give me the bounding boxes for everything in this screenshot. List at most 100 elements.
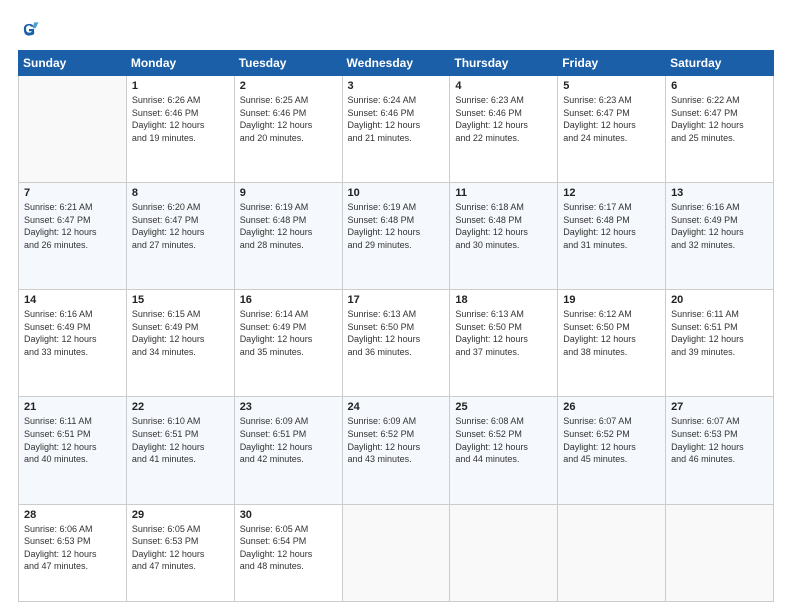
calendar-cell: 21 Sunrise: 6:11 AM Sunset: 6:51 PM Dayli…	[19, 397, 127, 504]
day-number: 21	[24, 401, 121, 413]
calendar-cell: 1 Sunrise: 6:26 AM Sunset: 6:46 PM Daylig…	[126, 76, 234, 183]
day-number: 11	[455, 187, 552, 199]
page: SundayMondayTuesdayWednesdayThursdayFrid…	[0, 0, 792, 612]
logo-icon	[18, 18, 40, 40]
day-number: 9	[240, 187, 337, 199]
day-number: 3	[348, 80, 445, 92]
calendar-cell: 9 Sunrise: 6:19 AM Sunset: 6:48 PM Daylig…	[234, 183, 342, 290]
day-header-wednesday: Wednesday	[342, 51, 450, 76]
day-info: Sunrise: 6:06 AM Sunset: 6:53 PM Dayligh…	[24, 523, 121, 573]
calendar-cell: 15 Sunrise: 6:15 AM Sunset: 6:49 PM Dayli…	[126, 290, 234, 397]
day-number: 5	[563, 80, 660, 92]
day-info: Sunrise: 6:20 AM Sunset: 6:47 PM Dayligh…	[132, 201, 229, 251]
calendar-cell	[666, 504, 774, 601]
day-info: Sunrise: 6:25 AM Sunset: 6:46 PM Dayligh…	[240, 94, 337, 144]
logo	[18, 18, 44, 40]
day-info: Sunrise: 6:09 AM Sunset: 6:52 PM Dayligh…	[348, 415, 445, 465]
day-info: Sunrise: 6:24 AM Sunset: 6:46 PM Dayligh…	[348, 94, 445, 144]
calendar: SundayMondayTuesdayWednesdayThursdayFrid…	[18, 50, 774, 602]
calendar-cell: 30 Sunrise: 6:05 AM Sunset: 6:54 PM Dayli…	[234, 504, 342, 601]
calendar-cell: 17 Sunrise: 6:13 AM Sunset: 6:50 PM Dayli…	[342, 290, 450, 397]
day-info: Sunrise: 6:23 AM Sunset: 6:46 PM Dayligh…	[455, 94, 552, 144]
day-info: Sunrise: 6:07 AM Sunset: 6:52 PM Dayligh…	[563, 415, 660, 465]
calendar-cell: 11Sunrise: 6:18 AM Sunset: 6:48 PM Dayli…	[450, 183, 558, 290]
day-number: 6	[671, 80, 768, 92]
day-info: Sunrise: 6:05 AM Sunset: 6:54 PM Dayligh…	[240, 523, 337, 573]
day-header-monday: Monday	[126, 51, 234, 76]
day-info: Sunrise: 6:13 AM Sunset: 6:50 PM Dayligh…	[348, 308, 445, 358]
day-info: Sunrise: 6:19 AM Sunset: 6:48 PM Dayligh…	[240, 201, 337, 251]
day-number: 1	[132, 80, 229, 92]
calendar-cell: 19 Sunrise: 6:12 AM Sunset: 6:50 PM Dayli…	[558, 290, 666, 397]
day-info: Sunrise: 6:12 AM Sunset: 6:50 PM Dayligh…	[563, 308, 660, 358]
day-number: 4	[455, 80, 552, 92]
day-number: 20	[671, 294, 768, 306]
day-info: Sunrise: 6:05 AM Sunset: 6:53 PM Dayligh…	[132, 523, 229, 573]
day-info: Sunrise: 6:07 AM Sunset: 6:53 PM Dayligh…	[671, 415, 768, 465]
day-info: Sunrise: 6:23 AM Sunset: 6:47 PM Dayligh…	[563, 94, 660, 144]
calendar-cell: 7Sunrise: 6:21 AM Sunset: 6:47 PM Daylig…	[19, 183, 127, 290]
day-header-friday: Friday	[558, 51, 666, 76]
day-number: 17	[348, 294, 445, 306]
calendar-cell: 24 Sunrise: 6:09 AM Sunset: 6:52 PM Dayli…	[342, 397, 450, 504]
calendar-cell: 12 Sunrise: 6:17 AM Sunset: 6:48 PM Dayli…	[558, 183, 666, 290]
day-number: 22	[132, 401, 229, 413]
calendar-cell: 3 Sunrise: 6:24 AM Sunset: 6:46 PM Daylig…	[342, 76, 450, 183]
day-number: 24	[348, 401, 445, 413]
calendar-cell: 4 Sunrise: 6:23 AM Sunset: 6:46 PM Daylig…	[450, 76, 558, 183]
day-number: 18	[455, 294, 552, 306]
day-number: 29	[132, 509, 229, 521]
calendar-header-row: SundayMondayTuesdayWednesdayThursdayFrid…	[19, 51, 774, 76]
calendar-cell: 18 Sunrise: 6:13 AM Sunset: 6:50 PM Dayli…	[450, 290, 558, 397]
day-info: Sunrise: 6:13 AM Sunset: 6:50 PM Dayligh…	[455, 308, 552, 358]
calendar-cell: 10Sunrise: 6:19 AM Sunset: 6:48 PM Dayli…	[342, 183, 450, 290]
day-number: 30	[240, 509, 337, 521]
calendar-cell	[19, 76, 127, 183]
day-number: 26	[563, 401, 660, 413]
day-number: 16	[240, 294, 337, 306]
day-number: 27	[671, 401, 768, 413]
day-header-sunday: Sunday	[19, 51, 127, 76]
day-number: 25	[455, 401, 552, 413]
day-info: Sunrise: 6:11 AM Sunset: 6:51 PM Dayligh…	[671, 308, 768, 358]
day-info: Sunrise: 6:08 AM Sunset: 6:52 PM Dayligh…	[455, 415, 552, 465]
calendar-cell	[558, 504, 666, 601]
day-info: Sunrise: 6:16 AM Sunset: 6:49 PM Dayligh…	[24, 308, 121, 358]
calendar-cell: 2 Sunrise: 6:25 AM Sunset: 6:46 PM Daylig…	[234, 76, 342, 183]
day-number: 2	[240, 80, 337, 92]
day-info: Sunrise: 6:16 AM Sunset: 6:49 PM Dayligh…	[671, 201, 768, 251]
day-number: 15	[132, 294, 229, 306]
day-info: Sunrise: 6:26 AM Sunset: 6:46 PM Dayligh…	[132, 94, 229, 144]
day-number: 13	[671, 187, 768, 199]
week-row-3: 21 Sunrise: 6:11 AM Sunset: 6:51 PM Dayli…	[19, 397, 774, 504]
day-number: 7	[24, 187, 121, 199]
day-header-saturday: Saturday	[666, 51, 774, 76]
day-info: Sunrise: 6:11 AM Sunset: 6:51 PM Dayligh…	[24, 415, 121, 465]
day-header-tuesday: Tuesday	[234, 51, 342, 76]
calendar-cell: 28 Sunrise: 6:06 AM Sunset: 6:53 PM Dayli…	[19, 504, 127, 601]
calendar-cell	[342, 504, 450, 601]
day-header-thursday: Thursday	[450, 51, 558, 76]
week-row-4: 28 Sunrise: 6:06 AM Sunset: 6:53 PM Dayli…	[19, 504, 774, 601]
day-info: Sunrise: 6:09 AM Sunset: 6:51 PM Dayligh…	[240, 415, 337, 465]
calendar-cell: 23 Sunrise: 6:09 AM Sunset: 6:51 PM Dayli…	[234, 397, 342, 504]
calendar-cell: 27 Sunrise: 6:07 AM Sunset: 6:53 PM Dayli…	[666, 397, 774, 504]
day-info: Sunrise: 6:17 AM Sunset: 6:48 PM Dayligh…	[563, 201, 660, 251]
day-number: 28	[24, 509, 121, 521]
day-number: 8	[132, 187, 229, 199]
calendar-cell: 20 Sunrise: 6:11 AM Sunset: 6:51 PM Dayli…	[666, 290, 774, 397]
week-row-2: 14 Sunrise: 6:16 AM Sunset: 6:49 PM Dayli…	[19, 290, 774, 397]
day-info: Sunrise: 6:19 AM Sunset: 6:48 PM Dayligh…	[348, 201, 445, 251]
calendar-cell: 16Sunrise: 6:14 AM Sunset: 6:49 PM Dayli…	[234, 290, 342, 397]
day-number: 19	[563, 294, 660, 306]
calendar-cell: 29 Sunrise: 6:05 AM Sunset: 6:53 PM Dayli…	[126, 504, 234, 601]
day-info: Sunrise: 6:10 AM Sunset: 6:51 PM Dayligh…	[132, 415, 229, 465]
day-info: Sunrise: 6:15 AM Sunset: 6:49 PM Dayligh…	[132, 308, 229, 358]
week-row-0: 1 Sunrise: 6:26 AM Sunset: 6:46 PM Daylig…	[19, 76, 774, 183]
day-number: 23	[240, 401, 337, 413]
calendar-cell: 13 Sunrise: 6:16 AM Sunset: 6:49 PM Dayli…	[666, 183, 774, 290]
day-number: 12	[563, 187, 660, 199]
calendar-cell: 22 Sunrise: 6:10 AM Sunset: 6:51 PM Dayli…	[126, 397, 234, 504]
day-number: 14	[24, 294, 121, 306]
calendar-cell	[450, 504, 558, 601]
